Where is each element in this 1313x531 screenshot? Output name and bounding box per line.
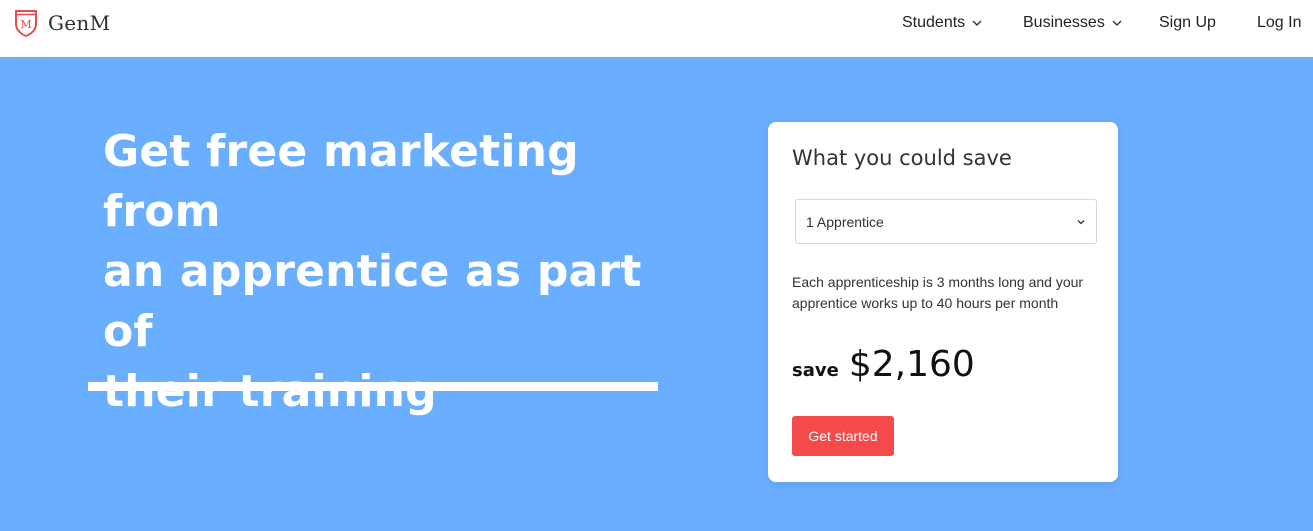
save-amount: $2,160 (848, 344, 975, 385)
headline-line-3: their training (103, 366, 437, 417)
chevron-down-icon (1076, 217, 1086, 227)
brand-logo[interactable]: M GenM (14, 9, 110, 37)
svg-text:M: M (20, 18, 31, 31)
nav-businesses-label: Businesses (1023, 14, 1105, 31)
savings-amount-row: save $2,160 (792, 344, 975, 385)
headline-line-1: Get free marketing from (103, 126, 579, 237)
nav-students-menu[interactable]: Students (902, 0, 983, 46)
savings-calculator-card: What you could save 1 Apprentice Each ap… (768, 122, 1118, 482)
top-navigation-bar: M GenM Students Businesses Sign Up Log I… (0, 0, 1313, 57)
apprentice-count-select[interactable]: 1 Apprentice (795, 199, 1097, 244)
get-started-button[interactable]: Get started (792, 416, 894, 456)
apprenticeship-description: Each apprenticeship is 3 months long and… (792, 274, 1084, 311)
brand-name: GenM (48, 11, 111, 35)
card-title: What you could save (792, 146, 1012, 170)
headline-underline-divider (88, 382, 658, 391)
nav-students-label: Students (902, 14, 966, 31)
sign-up-link[interactable]: Sign Up (1159, 0, 1216, 46)
nav-businesses-menu[interactable]: Businesses (1023, 0, 1123, 46)
log-in-link[interactable]: Log In (1257, 0, 1301, 46)
headline-line-2: an apprentice as part of (103, 246, 642, 357)
save-label: save (792, 360, 839, 381)
chevron-down-icon (1111, 17, 1123, 29)
hero-headline: Get free marketing from an apprentice as… (103, 122, 683, 422)
chevron-down-icon (971, 17, 983, 29)
shield-logo-icon: M (15, 10, 37, 37)
select-value: 1 Apprentice (806, 214, 884, 230)
